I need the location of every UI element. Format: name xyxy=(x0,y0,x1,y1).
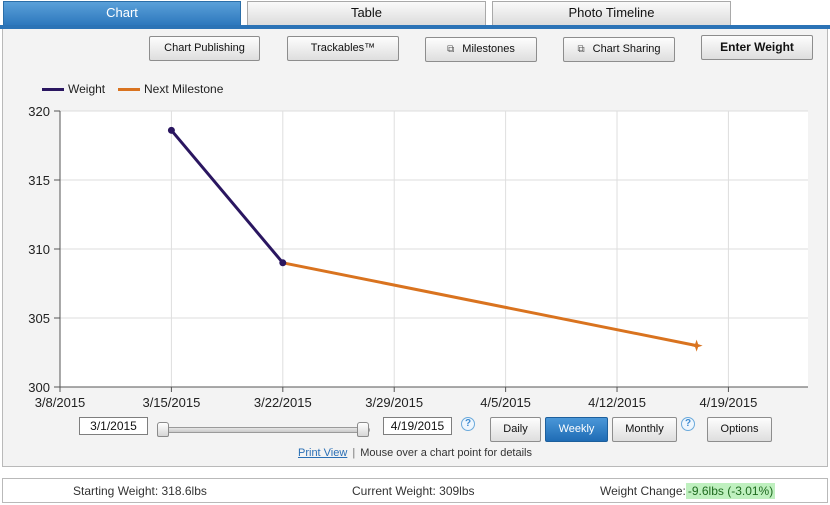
options-button[interactable]: Options xyxy=(707,417,772,442)
weight-point xyxy=(167,126,175,134)
y-tick-label: 315 xyxy=(28,173,50,188)
starting-weight-value: 318.6lbs xyxy=(161,484,207,498)
weight-change-value: -9.6lbs (-3.01%) xyxy=(685,483,776,499)
current-weight-value: 309lbs xyxy=(439,484,475,498)
monthly-label: Monthly xyxy=(625,423,664,435)
y-tick-label: 310 xyxy=(28,242,50,257)
weight-change: Weight Change: -9.6lbs (-3.01%) xyxy=(600,483,776,499)
period-help-icon[interactable]: ? xyxy=(681,417,695,431)
range-slider-track[interactable] xyxy=(160,427,370,433)
print-view-link[interactable]: Print View xyxy=(298,447,347,459)
weight-point xyxy=(279,259,287,267)
x-tick-label: 4/5/2015 xyxy=(480,395,531,410)
daily-label: Daily xyxy=(503,423,528,435)
options-label: Options xyxy=(720,423,759,435)
weekly-label: Weekly xyxy=(558,423,595,435)
weekly-button[interactable]: Weekly xyxy=(545,417,608,442)
weight-chart: 300 305 310 315 320 3/8/2015 3/15/2015 3/22/201… xyxy=(28,104,808,410)
footer-separator: | xyxy=(352,447,356,459)
weight-change-label: Weight Change: xyxy=(600,484,686,498)
y-tick-label: 305 xyxy=(28,311,50,326)
x-tick-label: 4/19/2015 xyxy=(700,395,758,410)
starting-weight-label: Starting Weight: xyxy=(73,484,159,498)
chart-footer: Print View | Mouse over a chart point for … xyxy=(0,447,830,459)
y-tick-label: 320 xyxy=(28,104,50,119)
daily-button[interactable]: Daily xyxy=(490,417,541,442)
range-end-handle[interactable] xyxy=(357,422,369,437)
chart-hint: Mouse over a chart point for details xyxy=(360,447,532,459)
weight-summary: Starting Weight: 318.6lbs Current Weight… xyxy=(2,478,828,503)
x-tick-label: 3/22/2015 xyxy=(254,395,312,410)
x-tick-label: 3/8/2015 xyxy=(35,395,86,410)
x-tick-label: 3/15/2015 xyxy=(142,395,200,410)
y-tick-label: 300 xyxy=(28,380,50,395)
monthly-button[interactable]: Monthly xyxy=(612,417,677,442)
current-weight: Current Weight: 309lbs xyxy=(352,484,475,498)
x-tick-label: 3/29/2015 xyxy=(365,395,423,410)
range-help-icon[interactable]: ? xyxy=(461,417,475,431)
range-start-field[interactable]: 3/1/2015 xyxy=(79,417,148,435)
range-end-field[interactable]: 4/19/2015 xyxy=(383,417,452,435)
x-tick-label: 4/12/2015 xyxy=(588,395,646,410)
starting-weight: Starting Weight: 318.6lbs xyxy=(73,484,207,498)
range-start-handle[interactable] xyxy=(157,422,169,437)
current-weight-label: Current Weight: xyxy=(352,484,436,498)
